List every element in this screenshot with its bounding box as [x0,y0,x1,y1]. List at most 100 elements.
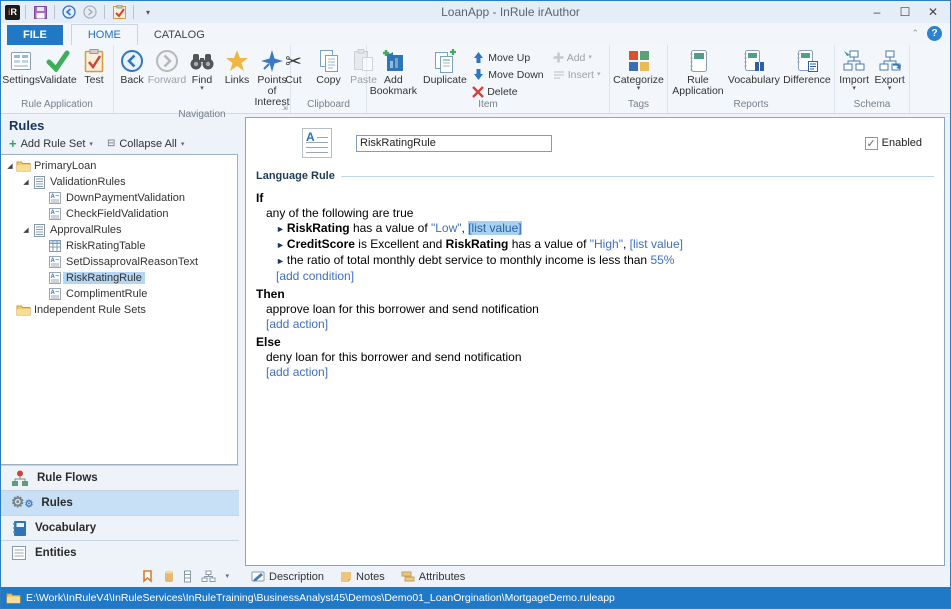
tree-item-label: RiskRatingRule [63,272,145,284]
tree-expander-icon[interactable]: ◢ [21,226,31,234]
column-small-icon[interactable] [164,570,174,583]
back-button[interactable]: Back [115,47,149,87]
back-circle-icon [120,48,144,74]
flowchart-icon [11,470,29,487]
add-action-link[interactable]: [add action] [266,365,328,379]
green-plus-icon [553,52,564,63]
tree-item[interactable]: ACheckFieldValidation [1,206,237,222]
nav-item-entities[interactable]: Entities [1,540,239,565]
enabled-label: Enabled [882,137,922,149]
section-divider [341,176,934,177]
rule-text: "High" [590,237,623,251]
tree-item[interactable]: ARiskRatingRule [1,270,237,286]
rule-line: [add action] [266,365,934,380]
tree-expander-icon[interactable]: ◢ [21,178,31,186]
ribbon-tab-row: FILE HOME CATALOG ⌃ ? [1,23,950,45]
maximize-button[interactable]: ☐ [892,3,918,21]
fields-small-icon[interactable] [183,570,192,583]
tree-expander-icon[interactable]: ◢ [5,162,15,170]
rule-line: If [256,191,934,206]
settings-button[interactable]: Settings [3,47,39,87]
tab-file[interactable]: FILE [7,25,63,45]
nav-item-rules[interactable]: ⚙⚙ Rules [1,490,239,515]
add-action-link[interactable]: [add action] [266,317,328,331]
qat-customize-caret-icon[interactable]: ▾ [139,3,157,21]
cut-button[interactable]: ✂ Cut [277,47,311,87]
copy-button[interactable]: Copy [312,47,346,87]
bookmark-small-icon[interactable] [142,569,155,583]
minimize-button[interactable]: – [864,3,890,21]
tree-item[interactable]: ◢ApprovalRules [1,222,237,238]
add-rule-set-button[interactable]: Add Rule Set [21,138,86,150]
tree-item[interactable]: ASetDissaprovalReasonText [1,254,237,270]
orgchart-small-icon[interactable] [201,570,216,583]
group-clipboard: ✂ Cut Copy Paste Clipboard [291,45,367,113]
ruleset-icon [31,176,47,189]
tab-home[interactable]: HOME [71,24,138,45]
vocabulary-report-button[interactable]: Vocabulary [727,47,781,87]
delete-button[interactable]: Delete [472,84,552,99]
tab-notes[interactable]: Notes [340,571,385,583]
condition-marker-icon: ► [276,224,285,234]
tree-item[interactable]: Independent Rule Sets [1,302,237,318]
rule-line: ►CreditScore is Excellent and RiskRating… [276,237,934,253]
folder-icon [15,304,31,316]
tab-attributes[interactable]: Attributes [401,571,465,583]
test-icon[interactable] [110,3,128,21]
enabled-checkbox[interactable]: ✓ [865,137,878,150]
dialog-launcher-icon[interactable]: ⇲ [281,103,288,112]
duplicate-icon [433,48,457,74]
application-window: iR ▾ LoanApp - InRule irAuthor – ☐ ✕ [0,0,951,609]
window-title: LoanApp - InRule irAuthor [157,5,864,19]
tree-item[interactable]: ◢ValidationRules [1,174,237,190]
save-icon[interactable] [31,3,49,21]
dropdown-caret-icon[interactable]: ▾ [89,140,93,148]
dropdown-caret-icon[interactable]: ▾ [225,572,229,580]
nav-item-vocabulary[interactable]: Vocabulary [1,515,239,540]
dropdown-caret-icon: ▾ [888,86,892,92]
list-value-link[interactable]: [list value] [468,221,521,235]
tree-item[interactable]: ADownPaymentValidation [1,190,237,206]
dropdown-caret-icon[interactable]: ▾ [181,140,185,148]
links-button[interactable]: Links [220,47,254,87]
import-button[interactable]: Import ▾ [837,47,871,93]
svg-text:A: A [51,194,56,200]
duplicate-button[interactable]: Duplicate [419,47,472,87]
help-icon[interactable]: ? [927,26,942,41]
validate-button[interactable]: Validate [40,47,76,87]
add-condition-link[interactable]: [add condition] [276,269,354,283]
move-up-button[interactable]: Move Up [472,50,552,65]
categorize-button[interactable]: Categorize ▾ [612,47,665,93]
condition-marker-icon: ► [276,240,285,250]
forward-circle-icon [155,48,179,74]
test-button[interactable]: Test [77,47,111,87]
tab-catalog[interactable]: CATALOG [138,25,221,45]
tree-item[interactable]: AComplimentRule [1,286,237,302]
move-down-button[interactable]: Move Down [472,67,552,82]
group-label: Rule Application [1,99,113,113]
dropdown-caret-icon: ▾ [637,86,641,92]
difference-report-button[interactable]: Difference [782,47,832,87]
collapse-all-button[interactable]: Collapse All [119,138,176,150]
back-icon[interactable] [60,3,78,21]
group-item: Add Bookmark Duplicate Move Up Move [367,45,610,113]
file-path: E:\Work\InRuleV4\InRuleServices\InRuleTr… [26,592,615,604]
list-value-link[interactable]: [list value] [630,237,683,251]
nav-item-rule-flows[interactable]: Rule Flows [1,465,239,490]
tree-item[interactable]: ◢PrimaryLoan [1,158,237,174]
group-label: Clipboard [291,99,366,113]
add-bookmark-button[interactable]: Add Bookmark [369,47,418,98]
close-button[interactable]: ✕ [920,3,946,21]
tab-description[interactable]: Description [251,571,324,583]
import-tree-icon [842,48,866,74]
rule-name-input[interactable] [356,135,552,152]
rule-text: 55% [650,253,674,267]
export-button[interactable]: Export ▾ [872,47,907,93]
app-logo-icon[interactable]: iR [5,5,20,20]
collapse-ribbon-icon[interactable]: ⌃ [911,28,919,39]
tree-item[interactable]: RiskRatingTable [1,238,237,254]
group-label: Schema [835,99,909,113]
rule-icon: A [47,208,63,220]
find-button[interactable]: Find ▾ [185,47,219,93]
rule-application-report-button[interactable]: Rule Application [670,47,726,98]
